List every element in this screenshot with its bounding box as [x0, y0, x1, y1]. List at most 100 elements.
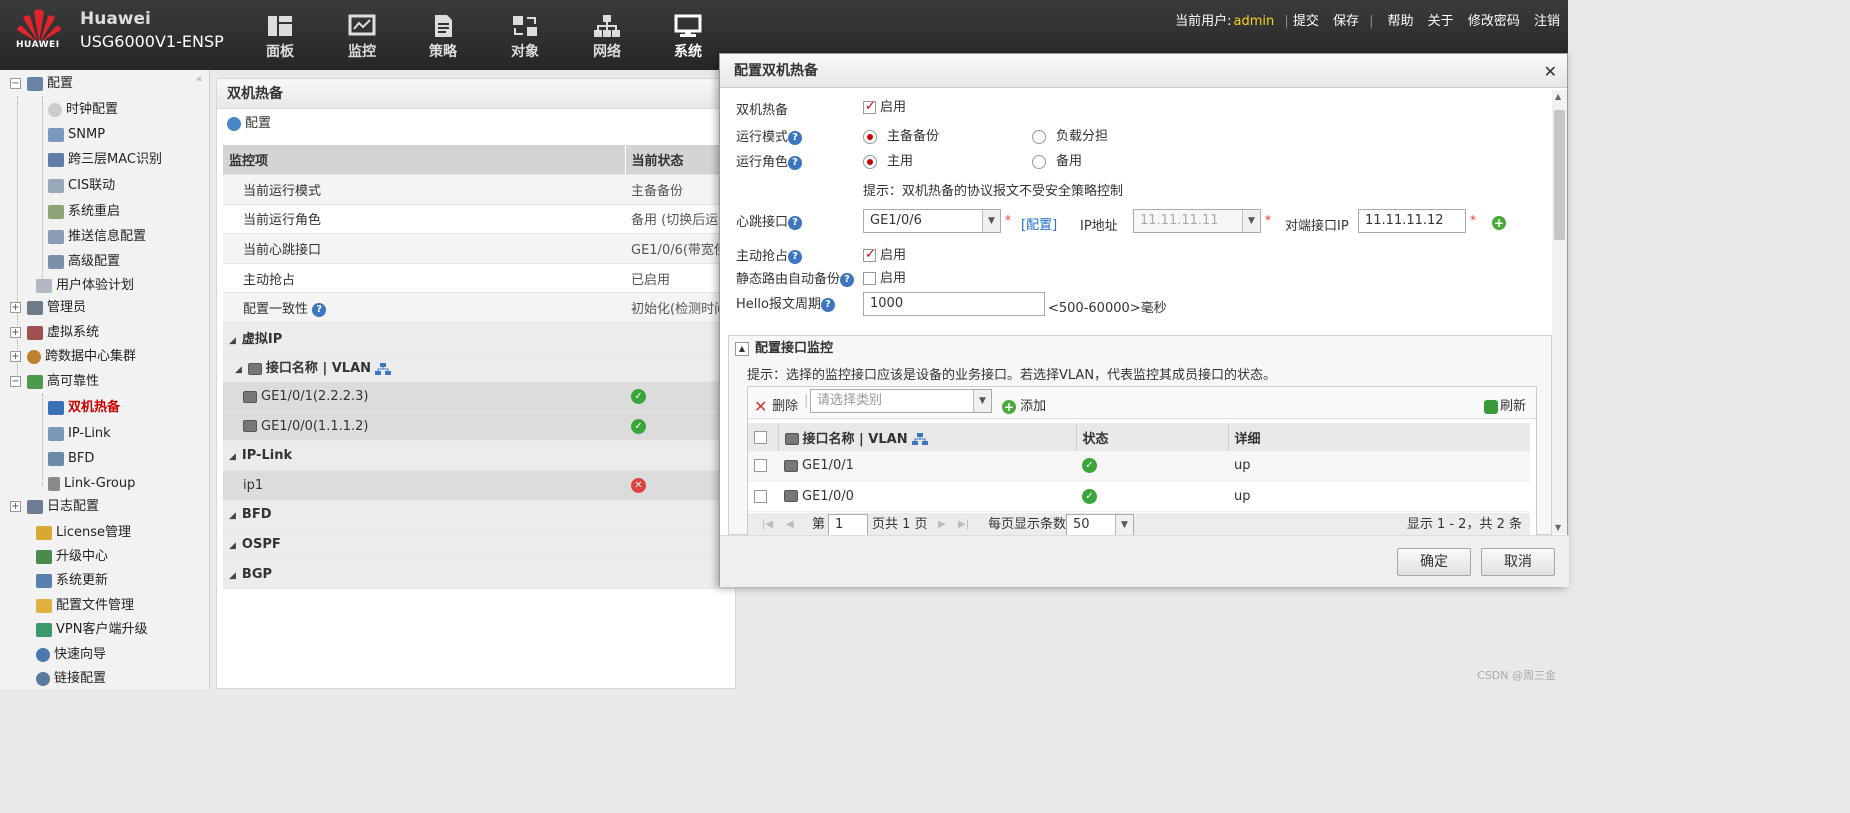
group-virtual-ip[interactable]: ◢ 虚拟IP — [223, 322, 737, 353]
sidebar-item-vpn[interactable]: VPN客户端升级 — [36, 618, 147, 642]
run-mode-load-sharing-radio[interactable]: 负载分担 — [1032, 125, 1108, 144]
group-bgp[interactable]: ◢ BGP — [223, 559, 737, 590]
sidebar-item-config-file[interactable]: 配置文件管理 — [36, 594, 134, 618]
help-icon[interactable]: ? — [788, 215, 803, 230]
nav-object[interactable]: 对象 — [495, 14, 555, 61]
add-peer-button[interactable]: + — [1492, 215, 1506, 230]
hello-period-input[interactable]: 1000 — [863, 292, 1045, 316]
refresh-button[interactable]: 刷新 — [1484, 395, 1526, 414]
collapse-sidebar-icon[interactable]: « — [196, 74, 202, 85]
add-button[interactable]: + 添加 — [1002, 395, 1046, 414]
help-icon[interactable]: ? — [788, 155, 803, 170]
help-icon[interactable]: ? — [788, 249, 803, 264]
run-role-standby-radio[interactable]: 备用 — [1032, 150, 1082, 169]
nav-monitor[interactable]: 监控 — [332, 14, 392, 61]
interface-monitor-header[interactable]: ▲ 配置接口监控 — [729, 336, 1551, 362]
nav-dashboard[interactable]: 面板 — [250, 14, 310, 61]
mac-icon — [48, 152, 64, 167]
logout-link[interactable]: 注销 — [1534, 14, 1560, 29]
collapse-icon[interactable]: ▲ — [735, 341, 749, 356]
hello-hint: <500-60000>毫秒 — [1048, 301, 1167, 316]
admin-icon — [27, 300, 43, 315]
sidebar-item-license[interactable]: License管理 — [36, 521, 131, 545]
sidebar-item-vsys[interactable]: + 虚拟系统 — [10, 321, 99, 345]
sidebar-item-mac[interactable]: 跨三层MAC识别 — [48, 148, 162, 172]
cancel-button[interactable]: 取消 — [1481, 548, 1555, 576]
sidebar-item-cluster[interactable]: + 跨数据中心集群 — [10, 345, 136, 369]
scroll-thumb[interactable] — [1554, 110, 1565, 240]
first-page-icon[interactable]: |◀ — [762, 513, 773, 535]
sidebar-item-reboot[interactable]: 系统重启 — [48, 200, 120, 224]
next-page-icon[interactable]: ▶ — [938, 513, 946, 535]
peer-ip-input[interactable]: 11.11.11.12 — [1358, 209, 1466, 233]
config-button[interactable]: 配置 — [217, 109, 735, 139]
help-icon[interactable]: ? — [840, 272, 855, 287]
sidebar-item-link-group[interactable]: Link-Group — [48, 472, 135, 496]
change-password-link[interactable]: 修改密码 — [1468, 14, 1520, 29]
sidebar-item-iplink[interactable]: IP-Link — [48, 422, 111, 446]
sidebar-item-cis[interactable]: CIS联动 — [48, 174, 115, 198]
group-ospf[interactable]: ◢ OSPF — [223, 529, 737, 560]
table-row[interactable]: GE1/0/0 ✓ up — [748, 481, 1530, 512]
peer-ip-label: 对端接口IP — [1285, 219, 1349, 234]
sidebar-item-update[interactable]: 系统更新 — [36, 569, 108, 593]
group-bfd[interactable]: ◢ BFD — [223, 500, 737, 531]
help-icon[interactable]: ? — [788, 130, 803, 145]
sidebar-item-config[interactable]: − 配置 — [10, 72, 73, 96]
static-route-enable-checkbox[interactable]: 启用 — [863, 267, 906, 286]
sidebar-item-admin[interactable]: + 管理员 — [10, 296, 86, 320]
row-checkbox[interactable] — [748, 451, 778, 482]
monitor-grid: ✕ 删除 | 请选择类别▼ + 添加 刷新 接口名称 | VLAN 状态 详细 — [747, 386, 1537, 535]
sidebar-item-bfd[interactable]: BFD — [48, 447, 94, 471]
sidebar-item-link-config[interactable]: 链接配置 — [36, 667, 106, 689]
sidebar-item-snmp[interactable]: SNMP — [48, 123, 105, 147]
help-link[interactable]: 帮助 — [1388, 14, 1414, 29]
select-all-checkbox[interactable] — [748, 423, 779, 451]
sidebar-item-hot-standby[interactable]: 双机热备 — [48, 396, 120, 420]
heartbeat-select[interactable]: GE1/0/6 ▼ — [863, 209, 1001, 233]
run-role-active-radio[interactable]: 主用 — [863, 150, 913, 169]
group-iface-header[interactable]: ◢ 接口名称 | VLAN — [223, 352, 737, 383]
port-icon — [247, 362, 262, 375]
sidebar-item-wizard[interactable]: 快速向导 — [36, 643, 106, 667]
refresh-icon — [1484, 399, 1498, 414]
sidebar-item-ux[interactable]: 用户体验计划 — [36, 274, 134, 298]
nav-label: 网络 — [593, 44, 621, 60]
help-icon[interactable]: ? — [312, 302, 327, 317]
delete-button[interactable]: ✕ 删除 — [754, 395, 798, 414]
sidebar-item-log[interactable]: + 日志配置 — [10, 495, 99, 519]
heartbeat-config-link[interactable]: [配置] — [1021, 214, 1057, 233]
table-row[interactable]: GE1/0/1 ✓ up — [748, 451, 1530, 482]
hot-standby-enable-checkbox[interactable]: 启用 — [863, 96, 906, 115]
sidebar-item-ha[interactable]: − 高可靠性 — [10, 370, 99, 394]
nav-policy[interactable]: 策略 — [413, 14, 473, 61]
row-checkbox[interactable] — [748, 481, 778, 512]
page-input[interactable]: 1 — [828, 514, 868, 535]
cis-icon — [48, 178, 64, 193]
sidebar-item-advanced[interactable]: 高级配置 — [48, 250, 120, 274]
reboot-icon — [48, 204, 64, 219]
preempt-enable-checkbox[interactable]: 启用 — [863, 244, 906, 263]
run-role-label: 运行角色? — [736, 151, 803, 170]
port-icon — [243, 390, 257, 403]
prev-page-icon[interactable]: ◀ — [786, 513, 794, 535]
nav-network[interactable]: 网络 — [577, 14, 637, 61]
ok-button[interactable]: 确定 — [1397, 548, 1471, 576]
type-select[interactable]: 请选择类别 ▼ — [810, 389, 992, 413]
sidebar-item-push[interactable]: 推送信息配置 — [48, 225, 146, 249]
submit-link[interactable]: 提交 — [1293, 14, 1319, 29]
last-page-icon[interactable]: ▶| — [958, 513, 969, 535]
help-icon[interactable]: ? — [820, 297, 835, 312]
nav-system[interactable]: 系统 — [658, 14, 718, 61]
group-iplink[interactable]: ◢ IP-Link — [223, 440, 737, 472]
save-link[interactable]: 保存 — [1333, 14, 1359, 29]
per-page-select[interactable]: 50 ▼ — [1066, 514, 1134, 535]
group-label: IP-Link — [241, 448, 293, 464]
sidebar-item-clock[interactable]: 时钟配置 — [48, 98, 118, 122]
about-link[interactable]: 关于 — [1428, 14, 1454, 29]
run-mode-active-standby-radio[interactable]: 主备备份 — [863, 125, 939, 144]
dialog-scrollbar[interactable]: ▲ ▼ — [1552, 90, 1567, 534]
sidebar-item-upgrade[interactable]: 升级中心 — [36, 545, 108, 569]
close-icon[interactable]: ✕ — [1544, 62, 1557, 81]
sidebar-item-label: 跨数据中心集群 — [45, 349, 137, 364]
